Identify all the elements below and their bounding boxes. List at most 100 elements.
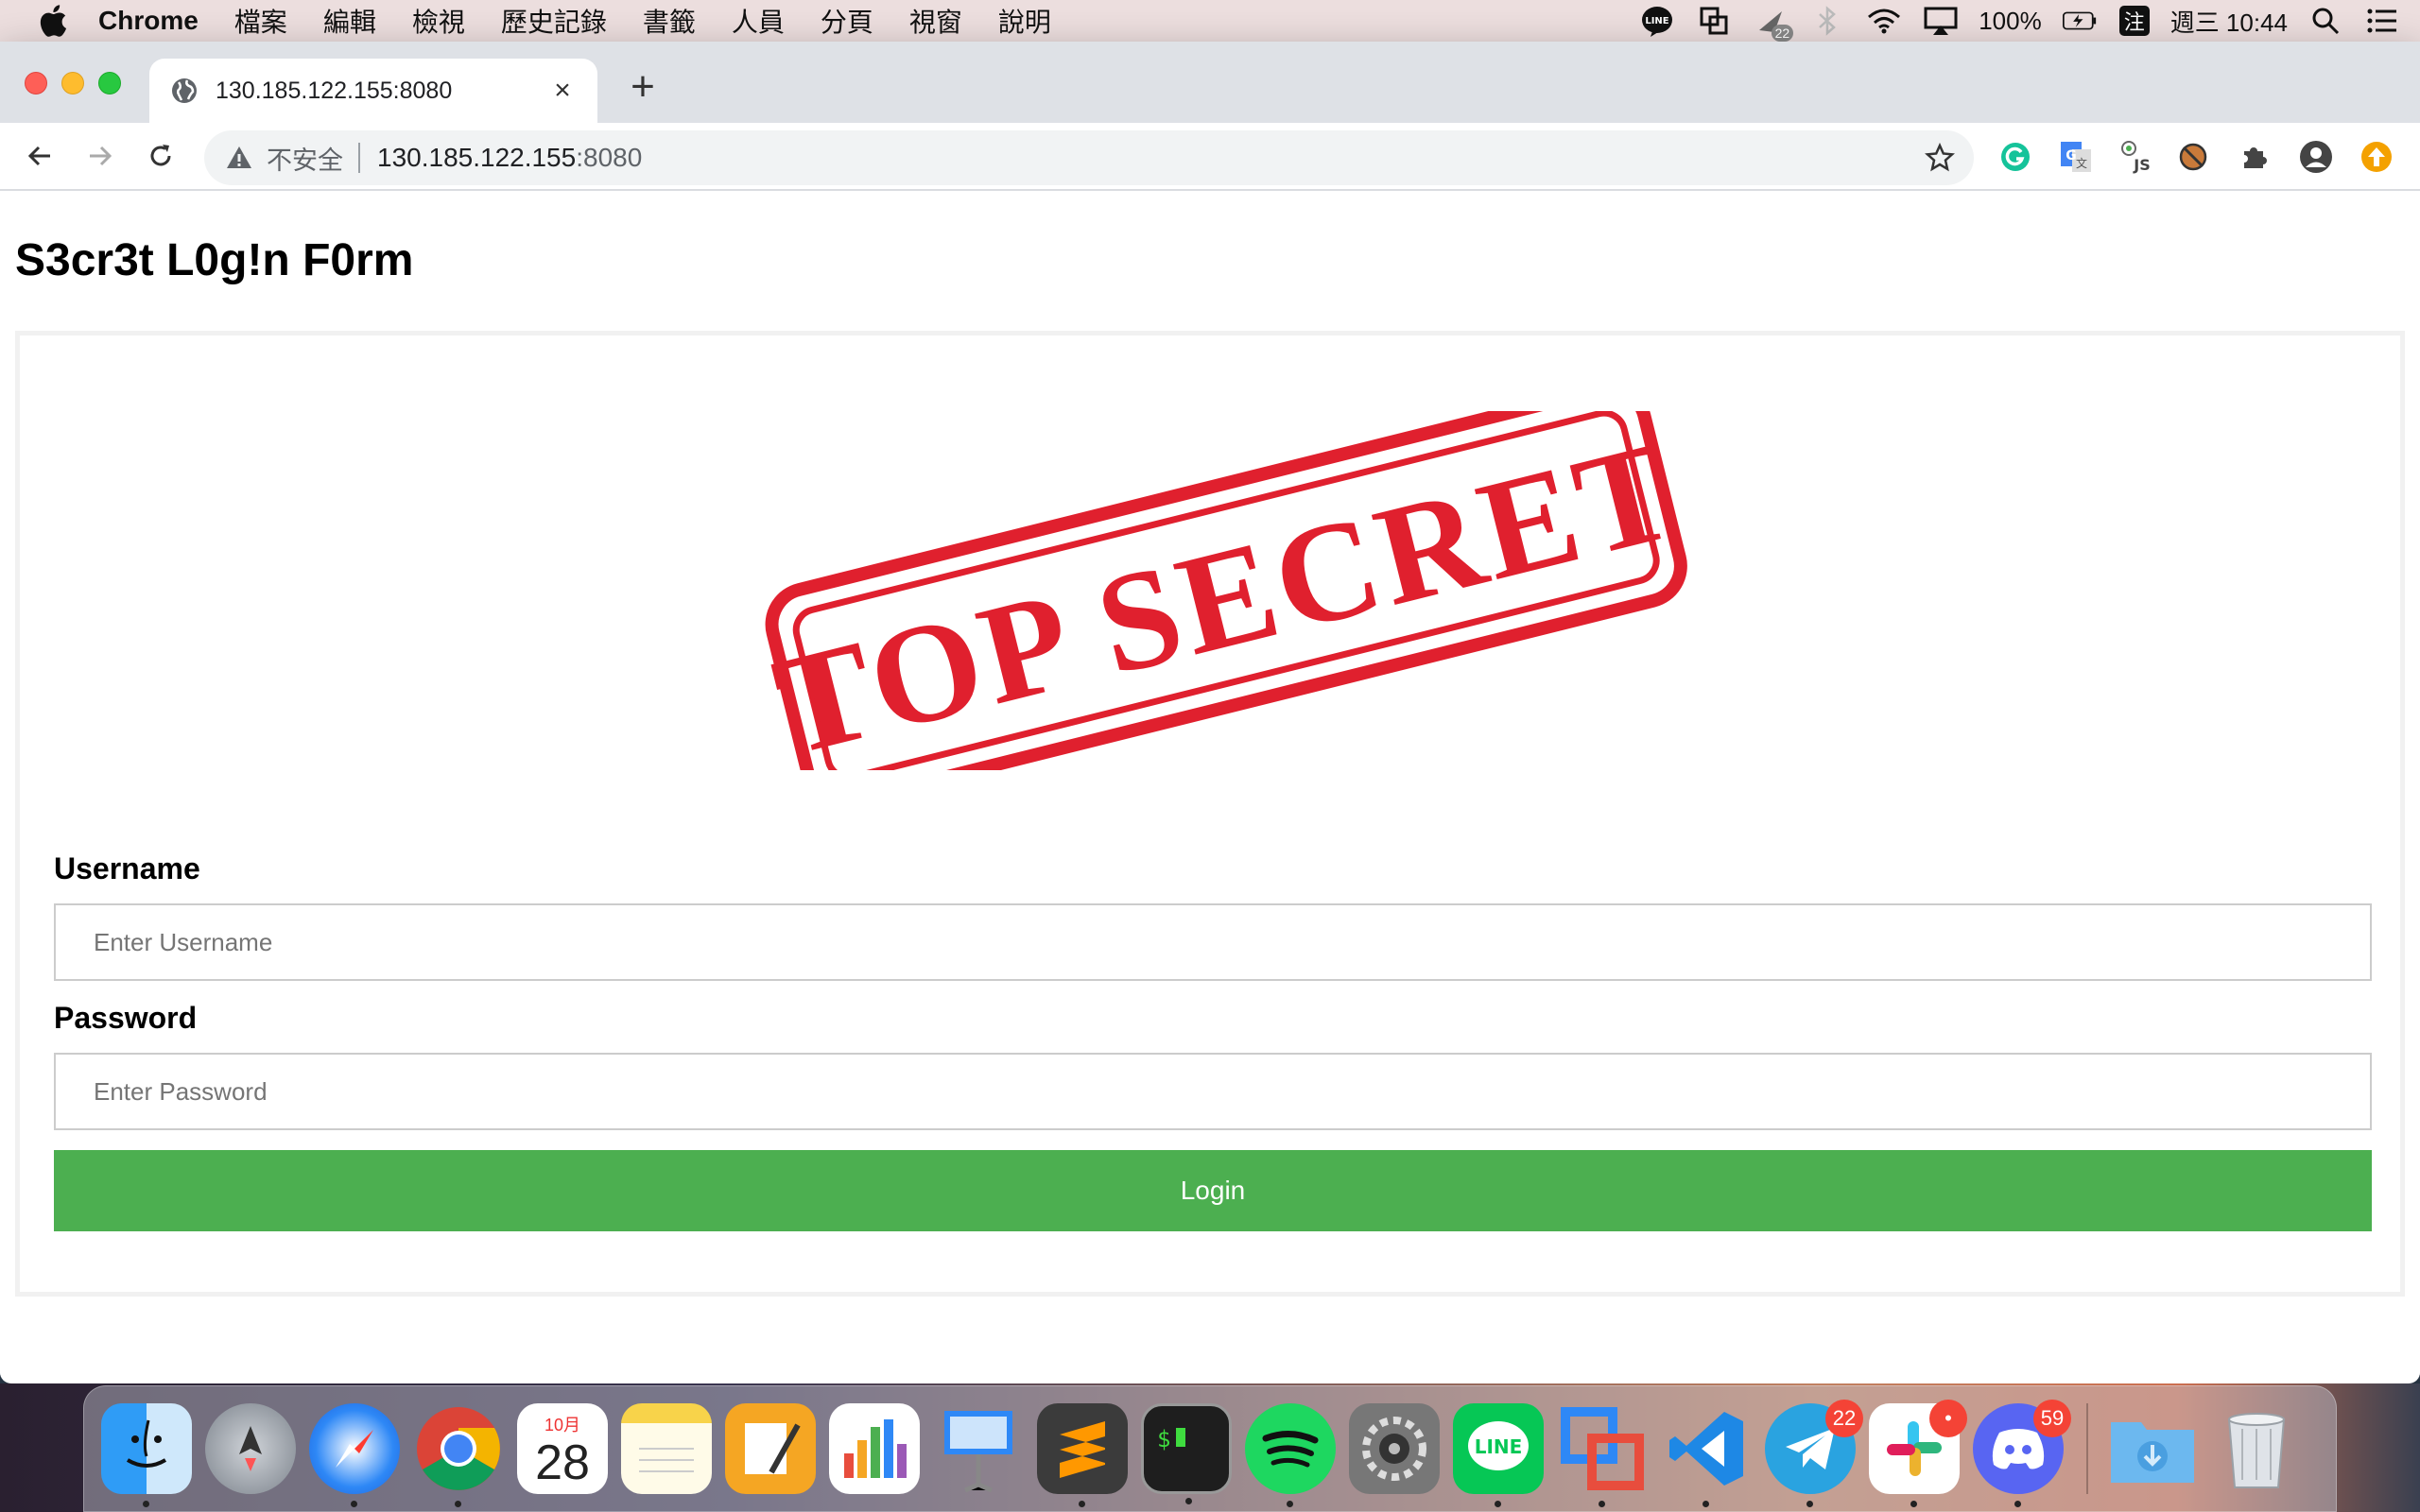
running-indicator [455,1501,461,1507]
running-indicator [1287,1501,1293,1507]
slack-icon[interactable]: • [1869,1400,1967,1507]
forward-button[interactable] [79,135,121,177]
password-input[interactable] [54,1053,2372,1130]
chrome-update-icon[interactable] [2360,140,2394,174]
pages-icon[interactable] [725,1403,816,1494]
battery-percent: 100% [1979,6,2042,35]
telegram-icon[interactable]: 22 [1765,1400,1863,1507]
running-indicator [1185,1498,1192,1504]
password-label: Password [54,1001,198,1035]
running-indicator [1599,1501,1605,1507]
page-title: S3cr3t L0g!n F0rm [15,235,414,285]
running-indicator [2014,1501,2021,1507]
line-tray-icon[interactable]: LINE [1640,4,1674,38]
system-preferences-icon[interactable] [1349,1403,1440,1494]
svg-text:$: $ [1157,1426,1170,1452]
vmware-fusion-icon[interactable] [1557,1403,1648,1507]
javascript-toggle-extension-icon[interactable]: JS [2119,140,2153,174]
line-app-icon[interactable]: LINE [1453,1403,1544,1507]
terminal-icon[interactable]: $ [1141,1403,1232,1504]
spotify-icon[interactable] [1245,1403,1336,1507]
warning-icon[interactable] [225,144,253,172]
macos-dock: 10月 28 $ LINE 22 • 59 [83,1385,2337,1512]
menu-history[interactable]: 歷史記錄 [501,2,607,40]
window-close-button[interactable] [25,72,47,94]
running-indicator [351,1501,357,1507]
tab-active[interactable]: 130.185.122.155:8080 × [149,59,597,123]
omnibox-separator [358,143,360,173]
menu-tab[interactable]: 分頁 [821,2,873,40]
svg-text:LINE: LINE [1646,16,1669,26]
running-indicator [1495,1501,1501,1507]
svg-text:LINE: LINE [1475,1435,1523,1458]
profile-avatar-icon[interactable] [2299,140,2333,174]
spotlight-search-icon[interactable] [2308,4,2342,38]
discord-icon[interactable]: 59 [1973,1400,2071,1507]
window-zoom-button[interactable] [98,72,121,94]
running-indicator [143,1501,149,1507]
menu-bookmarks[interactable]: 書籤 [643,2,696,40]
tray-badge: 22 [1771,25,1794,42]
grammarly-extension-icon[interactable] [1998,140,2032,174]
google-translate-extension-icon[interactable]: G文 [2059,140,2093,174]
calendar-icon[interactable]: 10月 28 [517,1403,608,1494]
login-form: TOP SECRET Username Password Login [15,331,2405,1297]
username-input[interactable] [54,903,2372,981]
arrow-right-icon [90,146,112,166]
finder-icon[interactable] [101,1403,192,1507]
extensions-puzzle-icon[interactable] [2237,140,2271,174]
arrow-left-icon [27,146,50,166]
address-bar[interactable]: 不安全 130.185.122.155:8080 [204,130,1974,185]
apple-logo-icon[interactable] [36,4,70,38]
battery-charging-icon[interactable] [2062,4,2097,38]
notification-center-icon[interactable] [2365,4,2399,38]
keynote-icon[interactable] [933,1403,1024,1494]
menu-view[interactable]: 檢視 [412,2,465,40]
browser-toolbar: 不安全 130.185.122.155:8080 G文 JS [0,123,2420,191]
top-secret-stamp-image: TOP SECRET [761,411,1693,770]
menu-file[interactable]: 檔案 [234,2,287,40]
numbers-icon[interactable] [829,1403,920,1494]
dock-separator [2086,1403,2088,1494]
reload-icon [150,145,171,166]
slack-badge: • [1929,1400,1967,1437]
trash-icon[interactable] [2211,1403,2302,1494]
screen-capture-tray-icon[interactable] [1697,4,1731,38]
reload-button[interactable] [140,135,182,177]
tampermonkey-extension-icon[interactable] [2176,140,2210,174]
login-button[interactable]: Login [54,1150,2372,1231]
tab-title: 130.185.122.155:8080 [216,77,453,104]
menu-people[interactable]: 人員 [732,2,785,40]
username-label: Username [54,851,200,885]
input-method-icon[interactable]: 注 [2118,6,2150,36]
wifi-icon[interactable] [1867,4,1901,38]
google-chrome-icon[interactable] [413,1403,504,1507]
input-method-label: 注 [2123,10,2145,34]
bluetooth-icon[interactable] [1810,4,1844,38]
downloads-folder-icon[interactable] [2107,1403,2198,1494]
airplay-icon[interactable] [1924,4,1958,38]
not-secure-label[interactable]: 不安全 [267,140,343,177]
window-minimize-button[interactable] [61,72,84,94]
running-indicator [1079,1501,1085,1507]
url-host: 130.185.122.155 [377,143,577,172]
vscode-icon[interactable] [1661,1403,1752,1507]
running-indicator [1910,1501,1917,1507]
menu-window[interactable]: 視窗 [909,2,962,40]
sublime-text-icon[interactable] [1037,1403,1128,1507]
back-button[interactable] [19,135,60,177]
menu-help[interactable]: 說明 [998,2,1051,40]
menu-edit[interactable]: 編輯 [323,2,376,40]
bookmark-star-icon[interactable] [1925,143,1955,173]
tab-strip: 130.185.122.155:8080 × + [0,42,2420,123]
notes-icon[interactable] [621,1403,712,1494]
upload-tray-icon[interactable]: 22 [1754,4,1794,42]
menu-bar-clock[interactable]: 週三 10:44 [2170,4,2288,39]
menu-app-chrome[interactable]: Chrome [98,6,199,36]
launchpad-icon[interactable] [205,1403,296,1494]
new-tab-button[interactable]: + [624,66,662,108]
safari-icon[interactable] [309,1403,400,1507]
tab-close-icon[interactable]: × [548,77,577,105]
globe-icon [172,78,197,103]
discord-badge: 59 [2033,1400,2071,1437]
